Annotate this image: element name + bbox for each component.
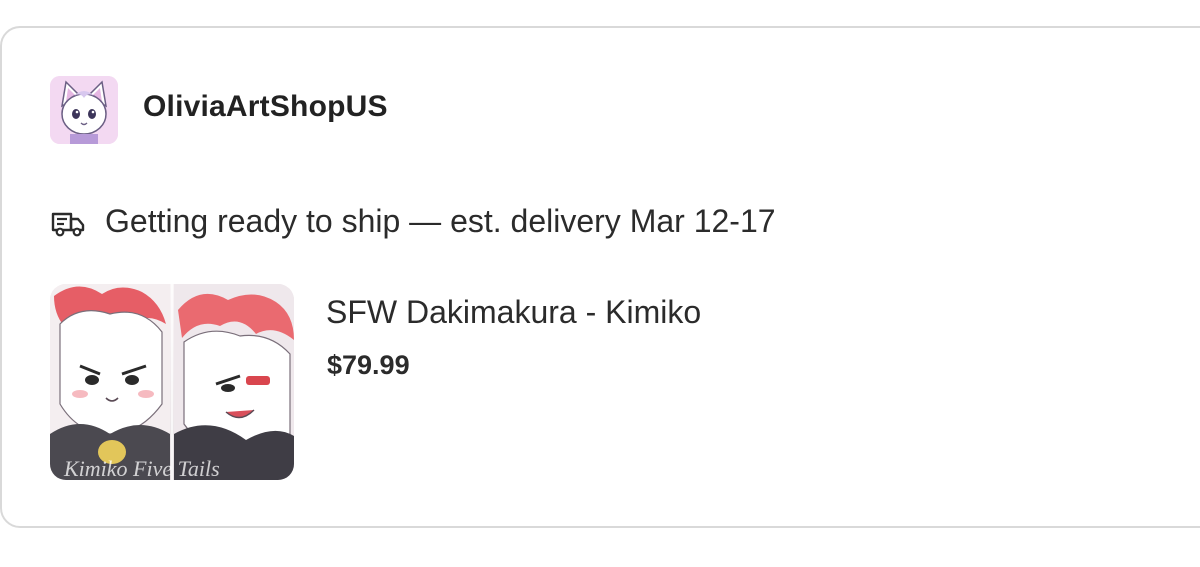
shop-name[interactable]: OliviaArtShopUS [143,90,388,124]
shop-avatar[interactable] [50,76,118,144]
cat-avatar-icon [50,76,118,144]
product-title[interactable]: SFW Dakimakura - Kimiko [326,294,701,331]
product-price: $79.99 [327,350,410,380]
image-watermark: Kimiko Five Tails [63,456,220,480]
product-image[interactable]: Kimiko Five Tails [50,284,294,480]
shipping-status: Getting ready to ship — est. delivery Ma… [105,203,776,239]
delivery-truck-icon [50,208,86,238]
